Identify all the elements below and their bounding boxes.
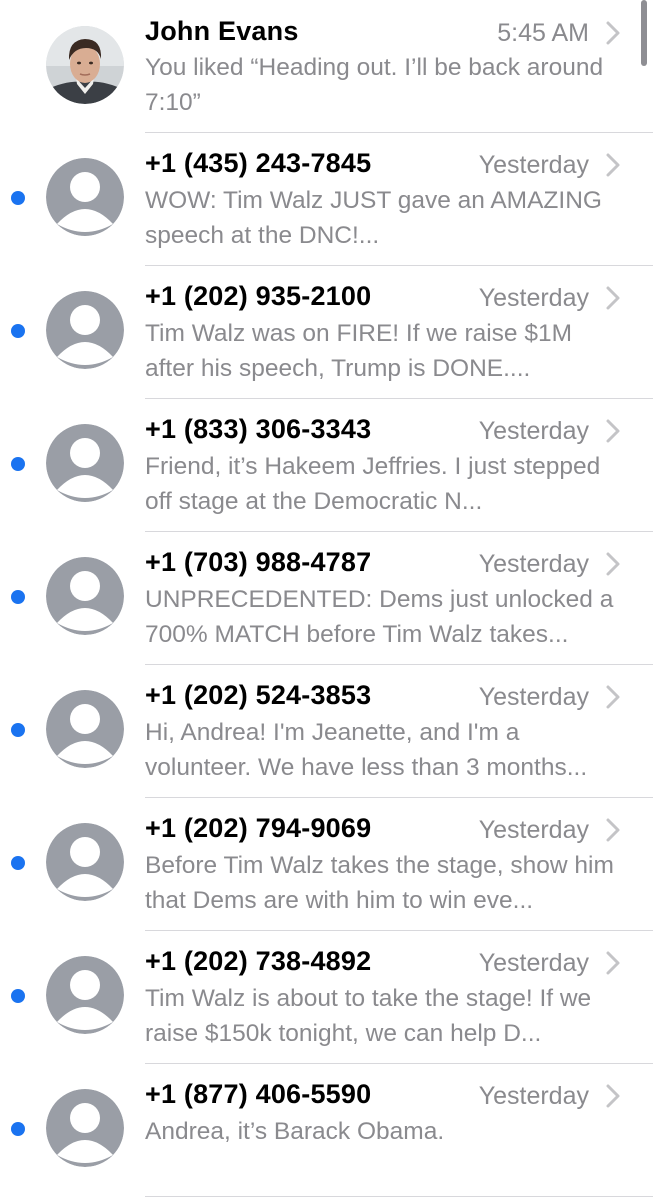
row-divider — [145, 265, 653, 266]
unread-indicator — [11, 1122, 25, 1136]
message-preview: Before Tim Walz takes the stage, show hi… — [145, 852, 614, 914]
sender-name: +1 (202) 524-3853 — [145, 680, 372, 710]
conversation-row-john-evans[interactable]: John Evans 5:45 AM You liked “Heading ou… — [0, 0, 653, 132]
message-preview: Friend, it’s Hakeem Jeffries. I just ste… — [145, 453, 601, 515]
row-divider — [145, 930, 653, 931]
message-preview: Hi, Andrea! I'm Jeanette, and I'm a volu… — [145, 719, 588, 781]
sender-name: John Evans — [145, 16, 299, 46]
chevron-right-icon — [606, 419, 620, 443]
timestamp: Yesterday — [478, 1082, 589, 1110]
row-divider — [145, 1063, 653, 1064]
timestamp: Yesterday — [478, 683, 589, 711]
conversation-row[interactable]: +1 (877) 406-5590 Yesterday Andrea, it’s… — [0, 1063, 653, 1196]
sender-name: +1 (833) 306-3343 — [145, 414, 372, 444]
unread-indicator — [11, 191, 25, 205]
unread-indicator — [11, 457, 25, 471]
default-contact-icon — [46, 291, 124, 369]
default-contact-icon — [46, 823, 124, 901]
conversation-list[interactable]: John Evans 5:45 AM You liked “Heading ou… — [0, 0, 653, 1196]
default-contact-icon — [46, 557, 124, 635]
timestamp: Yesterday — [478, 151, 589, 179]
message-preview: WOW: Tim Walz JUST gave an AMAZING speec… — [145, 187, 602, 249]
sender-name: +1 (435) 243-7845 — [145, 148, 372, 178]
conversation-row[interactable]: +1 (202) 935-2100 Yesterday Tim Walz was… — [0, 265, 653, 398]
chevron-right-icon — [606, 286, 620, 310]
chevron-right-icon — [606, 1084, 620, 1108]
unread-indicator — [11, 590, 25, 604]
unread-indicator — [11, 989, 25, 1003]
row-divider — [145, 531, 653, 532]
message-preview: Tim Walz was on FIRE! If we raise $1M af… — [145, 320, 573, 382]
default-contact-icon — [46, 424, 124, 502]
conversation-row[interactable]: +1 (202) 524-3853 Yesterday Hi, Andrea! … — [0, 664, 653, 797]
row-divider — [145, 398, 653, 399]
timestamp: 5:45 AM — [497, 19, 589, 47]
unread-indicator — [11, 324, 25, 338]
message-preview: You liked “Heading out. I’ll be back aro… — [145, 54, 604, 116]
avatar — [46, 26, 124, 104]
row-divider — [145, 1196, 653, 1197]
sender-name: +1 (202) 738-4892 — [145, 946, 372, 976]
sender-name: +1 (202) 935-2100 — [145, 281, 372, 311]
default-contact-icon — [46, 956, 124, 1034]
chevron-right-icon — [606, 21, 620, 45]
timestamp: Yesterday — [478, 417, 589, 445]
row-divider — [145, 664, 653, 665]
timestamp: Yesterday — [478, 816, 589, 844]
chevron-right-icon — [606, 951, 620, 975]
sender-name: +1 (877) 406-5590 — [145, 1079, 372, 1109]
message-preview: Andrea, it’s Barack Obama. — [145, 1118, 445, 1145]
row-divider — [145, 797, 653, 798]
chevron-right-icon — [606, 818, 620, 842]
conversation-row[interactable]: +1 (435) 243-7845 Yesterday WOW: Tim Wal… — [0, 132, 653, 265]
message-preview: UNPRECEDENTED: Dems just unlocked a 700%… — [145, 586, 614, 648]
default-contact-icon — [46, 1089, 124, 1167]
conversation-row[interactable]: +1 (202) 738-4892 Yesterday Tim Walz is … — [0, 930, 653, 1063]
timestamp: Yesterday — [478, 550, 589, 578]
unread-indicator — [11, 856, 25, 870]
default-contact-icon — [46, 158, 124, 236]
default-contact-icon — [46, 690, 124, 768]
sender-name: +1 (703) 988-4787 — [145, 547, 372, 577]
message-preview: Tim Walz is about to take the stage! If … — [145, 985, 592, 1047]
timestamp: Yesterday — [478, 949, 589, 977]
conversation-row[interactable]: +1 (202) 794-9069 Yesterday Before Tim W… — [0, 797, 653, 930]
conversation-row[interactable]: +1 (703) 988-4787 Yesterday UNPRECEDENTE… — [0, 531, 653, 664]
unread-indicator — [11, 723, 25, 737]
chevron-right-icon — [606, 685, 620, 709]
chevron-right-icon — [606, 552, 620, 576]
sender-name: +1 (202) 794-9069 — [145, 813, 372, 843]
conversation-row[interactable]: +1 (833) 306-3343 Yesterday Friend, it’s… — [0, 398, 653, 531]
chevron-right-icon — [606, 153, 620, 177]
timestamp: Yesterday — [478, 284, 589, 312]
row-divider — [145, 132, 653, 133]
scroll-indicator[interactable] — [641, 0, 647, 66]
